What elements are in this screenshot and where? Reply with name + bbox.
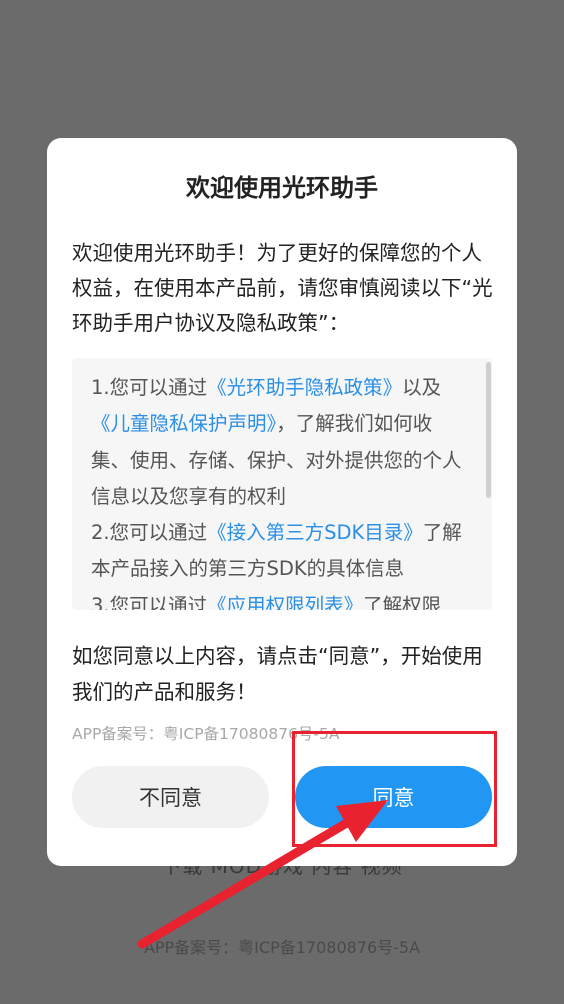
annotation-arrow-icon	[137, 800, 388, 949]
